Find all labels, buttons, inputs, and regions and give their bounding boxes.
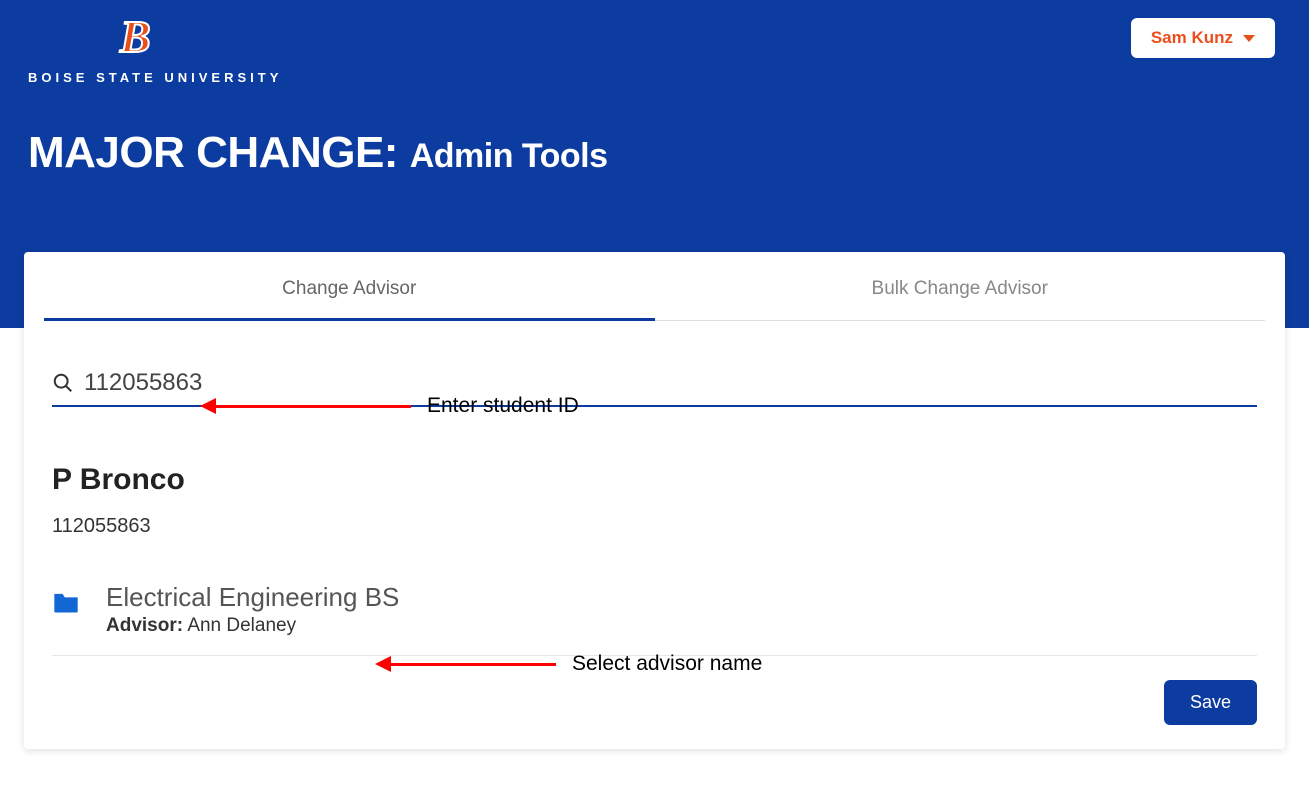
annotation-text: Enter student ID <box>427 394 579 418</box>
tab-change-advisor[interactable]: Change Advisor <box>44 252 655 321</box>
page-title-sub: Admin Tools <box>410 137 608 175</box>
student-id-search-input[interactable] <box>84 369 1257 397</box>
major-info: Electrical Engineering BS Advisor: Ann D… <box>106 582 399 637</box>
page-title: MAJOR CHANGE: Admin Tools <box>28 128 608 178</box>
caret-down-icon <box>1243 35 1255 42</box>
arrow-line <box>391 663 556 666</box>
student-id: 112055863 <box>52 515 1257 538</box>
page-title-main: MAJOR CHANGE: <box>28 128 398 177</box>
brand-name: BOISE STATE UNIVERSITY <box>28 70 282 85</box>
brand-letter: B <box>120 14 282 60</box>
annotation-select-advisor: Select advisor name <box>375 652 762 676</box>
advisor-label: Advisor: <box>106 615 183 636</box>
search-icon <box>52 372 74 394</box>
advisor-line: Advisor: Ann Delaney <box>106 615 399 637</box>
student-name: P Bronco <box>52 463 1257 497</box>
tabs: Change Advisor Bulk Change Advisor <box>24 252 1285 321</box>
tab-bulk-change-advisor[interactable]: Bulk Change Advisor <box>655 252 1266 321</box>
save-button[interactable]: Save <box>1164 680 1257 725</box>
user-menu[interactable]: Sam Kunz <box>1131 18 1275 58</box>
annotation-enter-student-id: Enter student ID <box>200 394 579 418</box>
arrow-left-icon <box>200 398 216 414</box>
advisor-name[interactable]: Ann Delaney <box>187 615 296 636</box>
user-name: Sam Kunz <box>1151 28 1233 48</box>
folder-icon <box>52 590 80 614</box>
arrow-line <box>216 405 411 408</box>
arrow-left-icon <box>375 656 391 672</box>
major-row: Electrical Engineering BS Advisor: Ann D… <box>52 582 1257 656</box>
major-name: Electrical Engineering BS <box>106 582 399 613</box>
annotation-text: Select advisor name <box>572 652 762 676</box>
brand-logo: B BOISE STATE UNIVERSITY <box>28 14 282 85</box>
